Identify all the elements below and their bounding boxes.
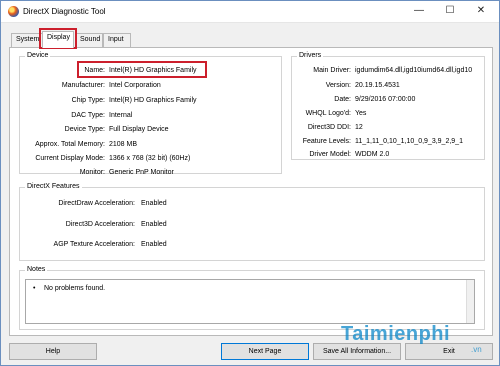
notes-textbox[interactable]: • No problems found. bbox=[25, 279, 475, 324]
chip-type-value: Intel(R) HD Graphics Family bbox=[109, 97, 197, 104]
version-value: 20.19.15.4531 bbox=[355, 82, 400, 89]
close-button[interactable]: ✕ bbox=[466, 1, 496, 22]
date-label: Date: bbox=[334, 96, 351, 103]
display-mode-label: Current Display Mode: bbox=[35, 155, 105, 162]
device-type-value: Full Display Device bbox=[109, 126, 169, 133]
device-name-value: Intel(R) HD Graphics Family bbox=[109, 67, 197, 74]
total-memory-value: 2108 MB bbox=[109, 141, 138, 148]
drivers-group-title: Drivers bbox=[297, 52, 324, 59]
tab-sound[interactable]: Sound bbox=[75, 33, 103, 47]
help-button[interactable]: Help bbox=[9, 343, 97, 360]
monitor-label: Monitor: bbox=[79, 169, 105, 176]
watermark-suffix: .vn bbox=[471, 345, 482, 354]
direct3d-accel-value: Enabled bbox=[141, 221, 167, 228]
feature-levels-value: 11_1,11_0,10_1,10_0,9_3,9_2,9_1 bbox=[355, 138, 463, 145]
directdraw-accel-value: Enabled bbox=[141, 200, 167, 207]
maximize-button[interactable]: ☐ bbox=[435, 1, 465, 22]
display-mode-value: 1366 x 768 (32 bit) (60Hz) bbox=[109, 155, 191, 162]
notes-group-title: Notes bbox=[25, 266, 48, 273]
monitor-value: Generic PnP Monitor bbox=[109, 169, 174, 176]
next-page-button[interactable]: Next Page bbox=[221, 343, 309, 360]
note-bullet-icon: • bbox=[33, 285, 36, 292]
version-label: Version: bbox=[325, 82, 351, 89]
tab-system[interactable]: System bbox=[11, 33, 43, 47]
directx-app-icon bbox=[8, 6, 19, 17]
minimize-button[interactable]: — bbox=[404, 1, 434, 22]
main-driver-value: igdumdim64.dll,igd10iumd64.dll,igd10 bbox=[355, 67, 473, 74]
title-bar: DirectX Diagnostic Tool — ☐ ✕ bbox=[1, 1, 499, 23]
total-memory-label: Approx. Total Memory: bbox=[35, 141, 105, 148]
device-group-title: Device bbox=[25, 52, 51, 59]
dac-type-value: Internal bbox=[109, 112, 133, 119]
direct3d-accel-label: Direct3D Acceleration: bbox=[65, 221, 135, 228]
directdraw-accel-label: DirectDraw Acceleration: bbox=[58, 200, 135, 207]
chip-type-label: Chip Type: bbox=[71, 97, 105, 104]
agp-texture-accel-label: AGP Texture Acceleration: bbox=[53, 241, 135, 248]
tab-display[interactable]: Display bbox=[42, 31, 74, 48]
driver-model-label: Driver Model: bbox=[309, 151, 351, 158]
main-driver-label: Main Driver: bbox=[313, 67, 351, 74]
manufacturer-label: Manufacturer: bbox=[61, 82, 105, 89]
device-name-label: Name: bbox=[84, 67, 105, 74]
agp-texture-accel-value: Enabled bbox=[141, 241, 167, 248]
directx-diagnostic-window: DirectX Diagnostic Tool — ☐ ✕ System Dis… bbox=[0, 0, 500, 366]
date-value: 9/29/2016 07:00:00 bbox=[355, 96, 416, 103]
direct3d-ddi-value: 12 bbox=[355, 124, 363, 131]
feature-levels-label: Feature Levels: bbox=[302, 138, 351, 145]
manufacturer-value: Intel Corporation bbox=[109, 82, 161, 89]
whql-label: WHQL Logo'd: bbox=[305, 110, 351, 117]
note-item: No problems found. bbox=[44, 285, 106, 292]
tab-input[interactable]: Input bbox=[103, 33, 131, 47]
dac-type-label: DAC Type: bbox=[71, 112, 105, 119]
window-title: DirectX Diagnostic Tool bbox=[23, 7, 106, 16]
driver-model-value: WDDM 2.0 bbox=[355, 151, 390, 158]
direct3d-ddi-label: Direct3D DDI: bbox=[307, 124, 351, 131]
device-type-label: Device Type: bbox=[64, 126, 105, 133]
taimienphi-watermark: Taimienphi bbox=[341, 323, 451, 345]
directx-features-title: DirectX Features bbox=[25, 183, 82, 190]
whql-value: Yes bbox=[355, 110, 367, 117]
notes-scrollbar[interactable] bbox=[466, 280, 474, 323]
